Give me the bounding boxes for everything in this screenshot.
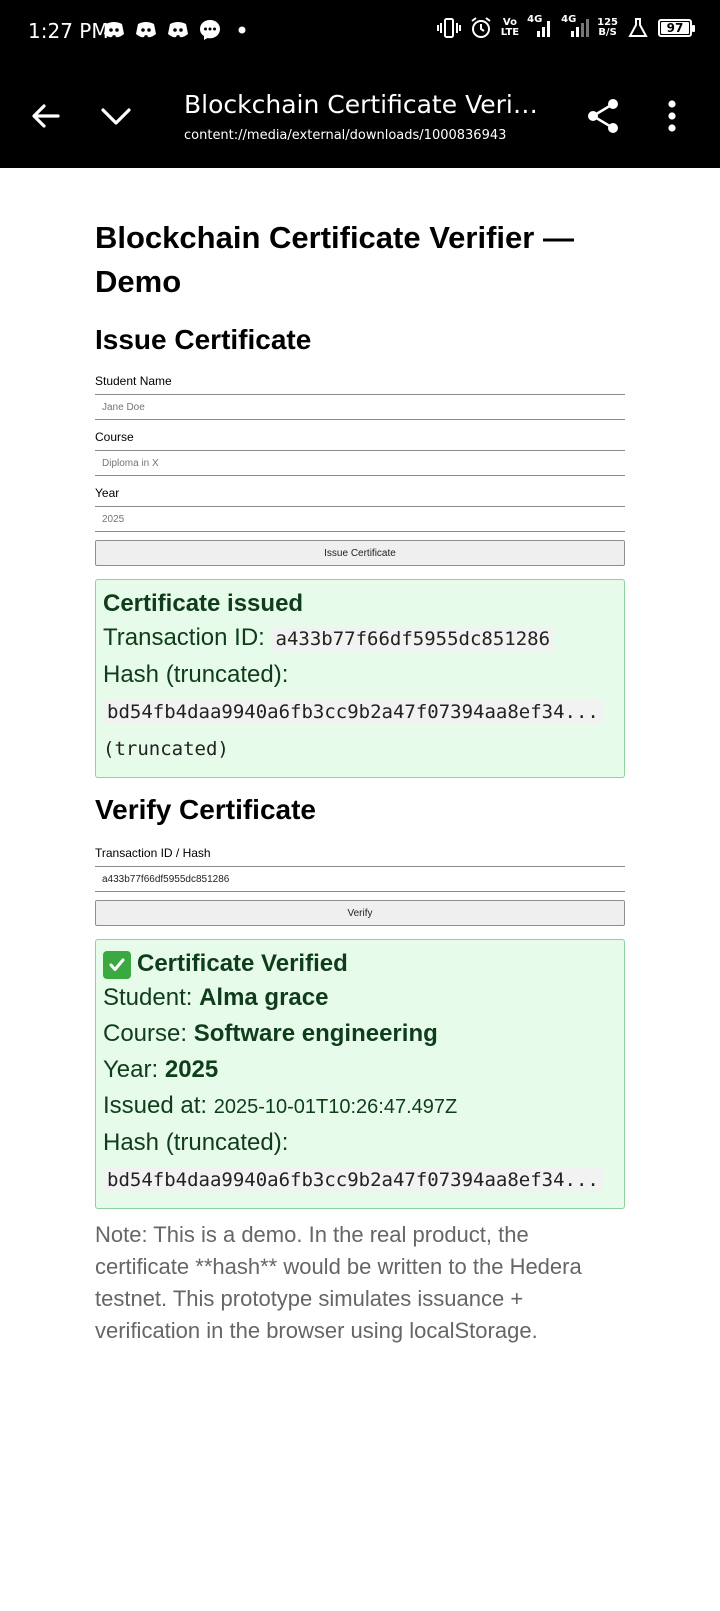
verify-input-label: Transaction ID / Hash (95, 846, 211, 860)
alarm-icon (469, 16, 493, 40)
hash-value-line: bd54fb4daa9940a6fb3cc9b2a47f07394aa8ef34… (103, 693, 617, 730)
document-url: content://media/external/downloads/10008… (184, 128, 507, 143)
dot-icon (230, 18, 254, 42)
verify-result-box: Certificate Verified Student: Alma grace… (95, 939, 625, 1209)
signal-group-2: 4G (561, 14, 590, 39)
page-content: Blockchain Certificate Verifier — Demo I… (95, 168, 625, 1347)
year-label: Year (95, 486, 120, 500)
verified-hash-value: bd54fb4daa9940a6fb3cc9b2a47f07394aa8ef34… (103, 1168, 603, 1192)
verify-button[interactable]: Verify (95, 900, 625, 926)
verified-course-label: Course: (103, 1020, 188, 1047)
discord-icon (166, 18, 190, 42)
demo-note: Note: This is a demo. In the real produc… (95, 1222, 582, 1343)
hash-label-line: Hash (truncated): (103, 657, 617, 693)
verified-student-value: Alma grace (199, 984, 329, 1011)
document-title: Blockchain Certificate Verifier — Demo (184, 90, 544, 119)
volte-label: Vo LTE (500, 17, 520, 38)
net-speed: 125 B/S (597, 17, 618, 38)
year-input[interactable] (95, 506, 625, 532)
battery-level: 97 (666, 21, 684, 35)
verified-issued-label: Issued at: (103, 1092, 208, 1119)
more-vert-icon[interactable] (656, 96, 688, 136)
status-right: Vo LTE 4G 4G 125 B/S 97 (436, 14, 695, 40)
page-title: Blockchain Certificate Verifier — Demo (95, 220, 574, 299)
course-label: Course (95, 430, 134, 444)
student-name-label: Student Name (95, 374, 172, 388)
discord-icon (102, 18, 126, 42)
verified-hash-label-line: Hash (truncated): (103, 1125, 617, 1161)
hash-value: bd54fb4daa9940a6fb3cc9b2a47f07394aa8ef34… (103, 700, 603, 724)
hash-truncated-note: (truncated) (103, 738, 229, 760)
network-type-label-2: 4G (561, 14, 577, 25)
verified-year-line: Year: 2025 (103, 1052, 617, 1088)
hash-suffix-line: (truncated) (103, 730, 617, 767)
back-arrow-icon[interactable] (28, 98, 64, 134)
messenger-icon (198, 18, 222, 42)
hash-label: Hash (truncated): (103, 661, 289, 688)
verified-hash-value-line: bd54fb4daa9940a6fb3cc9b2a47f07394aa8ef34… (103, 1161, 617, 1198)
verified-student-line: Student: Alma grace (103, 980, 617, 1016)
vibrate-icon (436, 16, 461, 40)
verified-course-value: Software engineering (193, 1020, 438, 1047)
app-bar: Blockchain Certificate Verifier — Demo c… (0, 62, 720, 168)
verified-student-label: Student: (103, 984, 193, 1011)
verify-input[interactable] (95, 866, 625, 892)
verify-result-title: Certificate Verified (137, 950, 348, 977)
transaction-id-line: Transaction ID: a433b77f66df5955dc851286 (103, 620, 617, 657)
verified-issued-value: 2025-10-01T10:26:47.497Z (213, 1096, 458, 1118)
status-time: 1:27 PM (28, 19, 109, 43)
signal-group-1: 4G (527, 14, 553, 39)
verified-issued-line: Issued at: 2025-10-01T10:26:47.497Z (103, 1088, 617, 1125)
student-name-input[interactable] (95, 394, 625, 420)
issue-certificate-button[interactable]: Issue Certificate (95, 540, 625, 566)
notification-icons (102, 18, 254, 42)
transaction-id-label: Transaction ID: (103, 624, 265, 651)
issue-heading: Issue Certificate (95, 324, 312, 355)
course-input[interactable] (95, 450, 625, 476)
verified-hash-label: Hash (truncated): (103, 1129, 289, 1156)
flask-icon (626, 16, 650, 40)
verify-heading: Verify Certificate (95, 794, 316, 825)
verified-course-line: Course: Software engineering (103, 1016, 617, 1052)
verify-result-title-line: Certificate Verified (103, 948, 617, 980)
verified-year-value: 2025 (164, 1056, 219, 1083)
status-bar: 1:27 PM Vo LTE 4G 4G 125 B/S 97 (0, 0, 720, 62)
discord-icon (134, 18, 158, 42)
share-icon[interactable] (584, 96, 624, 136)
issue-result-title: Certificate issued (103, 590, 304, 617)
issue-result-box: Certificate issued Transaction ID: a433b… (95, 579, 625, 778)
chevron-down-icon[interactable] (98, 98, 134, 134)
check-mark-icon (103, 951, 131, 979)
network-type-label: 4G (527, 14, 543, 25)
battery-icon: 97 (658, 19, 695, 37)
verified-year-label: Year: (103, 1056, 159, 1083)
transaction-id-value: a433b77f66df5955dc851286 (271, 627, 555, 651)
